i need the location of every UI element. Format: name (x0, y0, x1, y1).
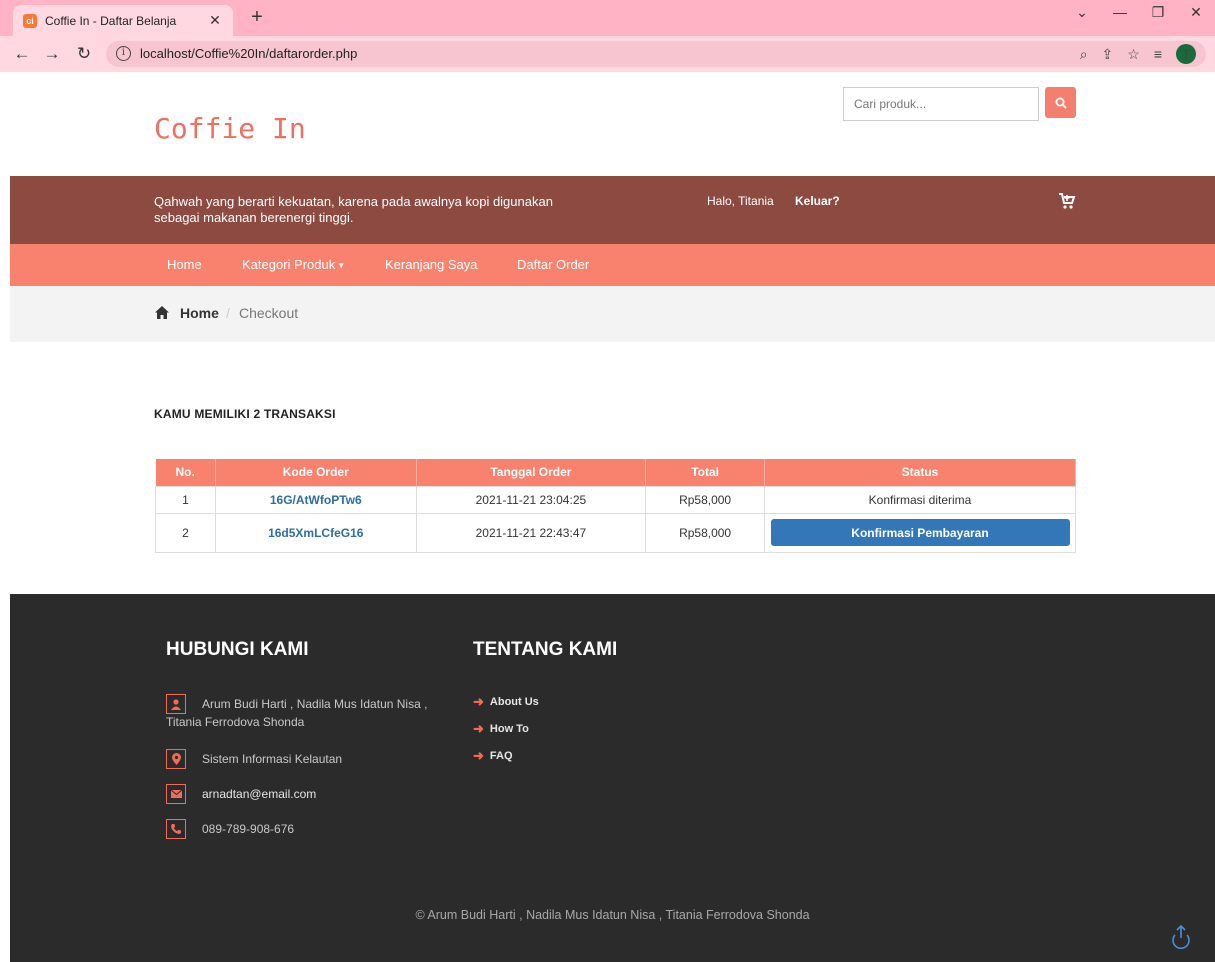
site-logo[interactable]: Coffie In (154, 112, 306, 145)
minimize-icon[interactable]: — (1101, 4, 1139, 21)
row-date: 2021-11-21 23:04:25 (415, 485, 647, 514)
transaction-count-heading: KAMU MEMILIKI 2 TRANSAKSI (154, 407, 336, 421)
share-icon[interactable]: ⇪ (1102, 46, 1114, 63)
search-icon (1055, 97, 1067, 109)
close-icon[interactable]: ✕ (207, 12, 223, 29)
nav-keranjang-saya[interactable]: Keranjang Saya (385, 257, 478, 272)
row-no: 2 (155, 512, 216, 553)
user-greeting: Halo, Titania (707, 194, 774, 208)
row-code-cell: 16G/AtWfoPTw6 (214, 485, 417, 514)
search-button[interactable] (1045, 87, 1076, 118)
nav-kategori-produk[interactable]: Kategori Produk ▼ (242, 257, 345, 272)
table-row: 2 16d5XmLCfeG16 2021-11-21 22:43:47 Rp58… (155, 512, 1076, 553)
confirm-payment-button[interactable]: Konfirmasi Pembayaran (770, 519, 1070, 546)
home-icon (155, 306, 169, 322)
footer-about-title: TENTANG KAMI (473, 639, 618, 660)
window-controls: ⌄ — ❐ ✕ (1063, 4, 1215, 21)
footer-contact-title: HUBUNGI KAMI (166, 639, 309, 660)
cart-icon[interactable] (1058, 192, 1076, 213)
back-icon[interactable]: ← (10, 44, 34, 64)
browser-tab[interactable]: ci Coffie In - Daftar Belanja ✕ (13, 5, 233, 36)
address-bar: ← → ↻ i localhost/Coffie%20In/daftarorde… (0, 36, 1215, 72)
col-kode-order: Kode Order (215, 459, 417, 486)
row-code-cell: 16d5XmLCfeG16 (214, 512, 417, 553)
caret-down-icon: ▼ (337, 261, 346, 271)
footer-link-label: About Us (489, 696, 539, 708)
arrow-right-icon: ➜ (473, 721, 484, 736)
logout-link[interactable]: Keluar? (795, 194, 840, 208)
arrow-right-icon: ➜ (473, 694, 484, 709)
footer-phone: 089-789-908-676 (202, 822, 295, 836)
breadcrumb-separator: / (226, 305, 230, 321)
reload-icon[interactable]: ↻ (72, 44, 96, 64)
profile-avatar[interactable]: T (1176, 44, 1196, 64)
page: Coffie In Qahwah yang berarti kekuatan, … (10, 72, 1215, 962)
arrow-right-icon: ➜ (473, 748, 484, 763)
bookmark-star-icon[interactable]: ☆ (1127, 46, 1140, 63)
breadcrumb-home[interactable]: Home (180, 305, 219, 321)
copyright: © Arum Budi Harti , Nadila Mus Idatun Ni… (415, 908, 810, 922)
restore-icon[interactable]: ❐ (1139, 4, 1177, 21)
row-total: Rp58,000 (645, 512, 765, 553)
main-nav: Home Kategori Produk ▼ Keranjang Saya Daf… (10, 244, 1215, 286)
search-input[interactable] (843, 87, 1039, 121)
order-code-link[interactable]: 16d5XmLCfeG16 (268, 526, 363, 540)
new-tab-icon[interactable]: + (245, 6, 269, 29)
favicon-icon: ci (23, 13, 37, 28)
footer-authors: Arum Budi Harti , Nadila Mus Idatun Nisa… (166, 697, 428, 729)
footer: HUBUNGI KAMI TENTANG KAMI Arum Budi Hart… (10, 594, 1215, 962)
breadcrumb: Home / Checkout (10, 286, 1215, 342)
col-total: Total (645, 459, 765, 486)
browser-tab-bar: ci Coffie In - Daftar Belanja ✕ + ⌄ — ❐ … (0, 0, 1215, 36)
nav-daftar-order[interactable]: Daftar Order (517, 257, 589, 272)
tab-search-icon[interactable]: ⌄ (1063, 4, 1101, 21)
order-code-link[interactable]: 16G/AtWfoPTw6 (270, 493, 362, 507)
footer-link-how-to[interactable]: ➜ How To (473, 721, 529, 737)
breadcrumb-current: Checkout (239, 305, 299, 321)
info-icon[interactable]: i (116, 46, 131, 61)
scroll-top-icon[interactable] (1170, 924, 1192, 955)
table-header-row: No. Kode Order Tanggal Order Total Statu… (155, 459, 1076, 486)
window-close-icon[interactable]: ✕ (1177, 4, 1215, 21)
table-row: 1 16G/AtWfoPTw6 2021-11-21 23:04:25 Rp58… (155, 485, 1076, 514)
forward-icon[interactable]: → (40, 44, 64, 64)
footer-link-label: FAQ (489, 750, 513, 762)
col-no: No. (155, 459, 216, 486)
envelope-icon (166, 784, 186, 804)
col-status: Status (764, 459, 1076, 486)
url-text[interactable]: localhost/Coffie%20In/daftarorder.php (140, 46, 357, 61)
phone-icon (166, 819, 186, 839)
col-tanggal-order: Tanggal Order (416, 459, 647, 486)
footer-link-about-us[interactable]: ➜ About Us (473, 694, 539, 710)
reading-list-icon[interactable]: ≡ (1154, 46, 1162, 62)
location-pin-icon (166, 749, 186, 769)
orders-table: No. Kode Order Tanggal Order Total Statu… (155, 459, 1076, 553)
row-total: Rp58,000 (645, 485, 765, 514)
tagline: Qahwah yang berarti kekuatan, karena pad… (154, 194, 553, 225)
row-no: 1 (155, 485, 216, 514)
zoom-icon[interactable]: ⌕ (1080, 46, 1088, 63)
nav-home[interactable]: Home (167, 257, 202, 272)
tab-title: Coffie In - Daftar Belanja (45, 13, 177, 28)
row-status: Konfirmasi diterima (764, 485, 1076, 514)
nav-kategori-label: Kategori Produk (242, 257, 336, 272)
footer-link-label: How To (489, 723, 529, 735)
footer-email[interactable]: arnadtan@email.com (202, 785, 316, 803)
footer-org: Sistem Informasi Kelautan (202, 752, 343, 766)
row-date: 2021-11-21 22:43:47 (415, 512, 647, 553)
omnibox[interactable]: i localhost/Coffie%20In/daftarorder.php … (106, 41, 1206, 67)
row-status-cell: Konfirmasi Pembayaran (764, 512, 1076, 553)
footer-link-faq[interactable]: ➜ FAQ (473, 748, 513, 764)
top-info-bar: Qahwah yang berarti kekuatan, karena pad… (10, 176, 1215, 244)
